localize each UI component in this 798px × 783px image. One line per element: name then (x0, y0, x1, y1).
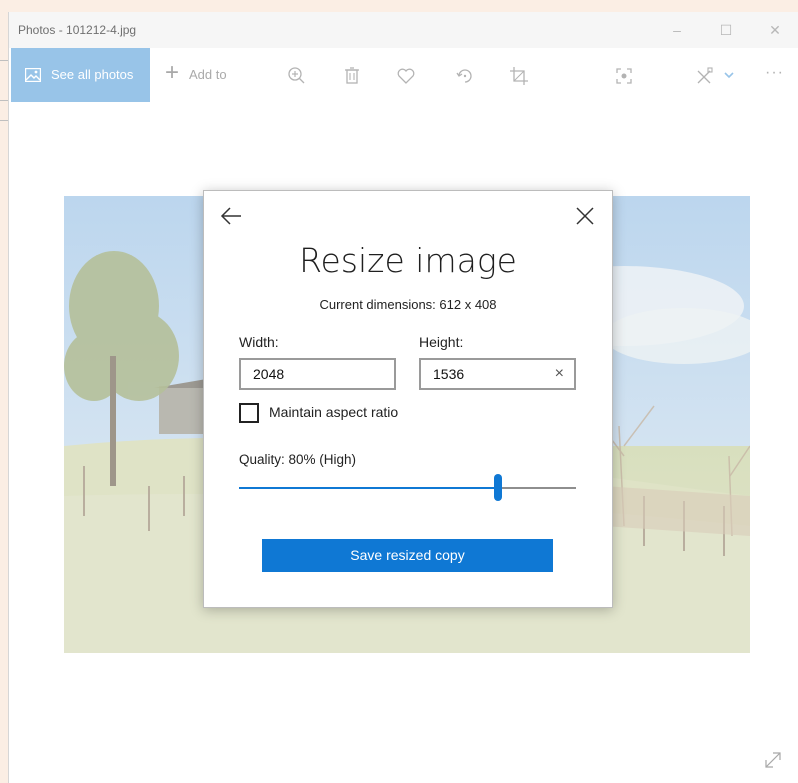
quality-slider-filled[interactable] (239, 487, 497, 489)
see-all-photos-button[interactable]: See all photos (11, 48, 150, 102)
chevron-down-icon[interactable] (717, 64, 734, 88)
plus-icon: + (165, 59, 180, 86)
maintain-aspect-label: Maintain aspect ratio (269, 404, 399, 420)
photos-window: Photos - 101212-4.jpg – ☐ ✕ See all phot… (8, 12, 798, 783)
add-to-label: Add to (189, 67, 227, 82)
back-arrow-icon[interactable] (218, 203, 244, 229)
height-value: 1536 (433, 366, 465, 382)
clear-icon[interactable]: × (555, 360, 564, 388)
maintain-aspect-checkbox[interactable] (239, 403, 259, 423)
rotate-icon[interactable] (453, 64, 477, 88)
height-label: Height: (419, 334, 464, 350)
close-icon[interactable] (572, 203, 598, 229)
desktop-edge-line (0, 60, 8, 61)
see-all-photos-label: See all photos (51, 67, 134, 82)
width-field[interactable]: 2048 (239, 358, 396, 390)
face-focus-icon[interactable] (612, 64, 636, 88)
close-window-button[interactable]: ✕ (761, 19, 789, 41)
save-resized-copy-button[interactable]: Save resized copy (262, 539, 553, 572)
minimize-button[interactable]: – (663, 19, 691, 41)
title-bar[interactable]: Photos - 101212-4.jpg – ☐ ✕ (9, 12, 798, 48)
expand-icon[interactable] (762, 749, 784, 771)
quality-label: Quality: 80% (High) (239, 452, 357, 467)
photo-icon (25, 68, 41, 82)
more-icon[interactable]: ··· (765, 64, 784, 82)
window-title: Photos - 101212-4.jpg (18, 23, 137, 37)
dialog-title: Resize image (299, 241, 517, 280)
delete-icon[interactable] (340, 64, 364, 88)
height-field[interactable]: 1536 × (419, 358, 576, 390)
resize-image-dialog: Resize image Current dimensions: 612 x 4… (203, 190, 613, 608)
width-label: Width: (239, 334, 279, 350)
quality-slider-thumb[interactable] (494, 474, 502, 501)
width-value: 2048 (253, 366, 285, 382)
toolbar: See all photos + Add to ··· (9, 48, 798, 102)
desktop-edge-line (0, 120, 8, 121)
heart-icon[interactable] (394, 64, 418, 88)
current-dimensions: Current dimensions: 612 x 408 (319, 297, 497, 312)
crop-icon[interactable] (507, 64, 531, 88)
zoom-in-icon[interactable] (285, 64, 309, 88)
edit-draw-icon[interactable] (693, 64, 717, 88)
desktop-edge-line (0, 100, 8, 101)
maximize-button[interactable]: ☐ (712, 19, 740, 41)
quality-slider-track[interactable] (497, 487, 576, 489)
